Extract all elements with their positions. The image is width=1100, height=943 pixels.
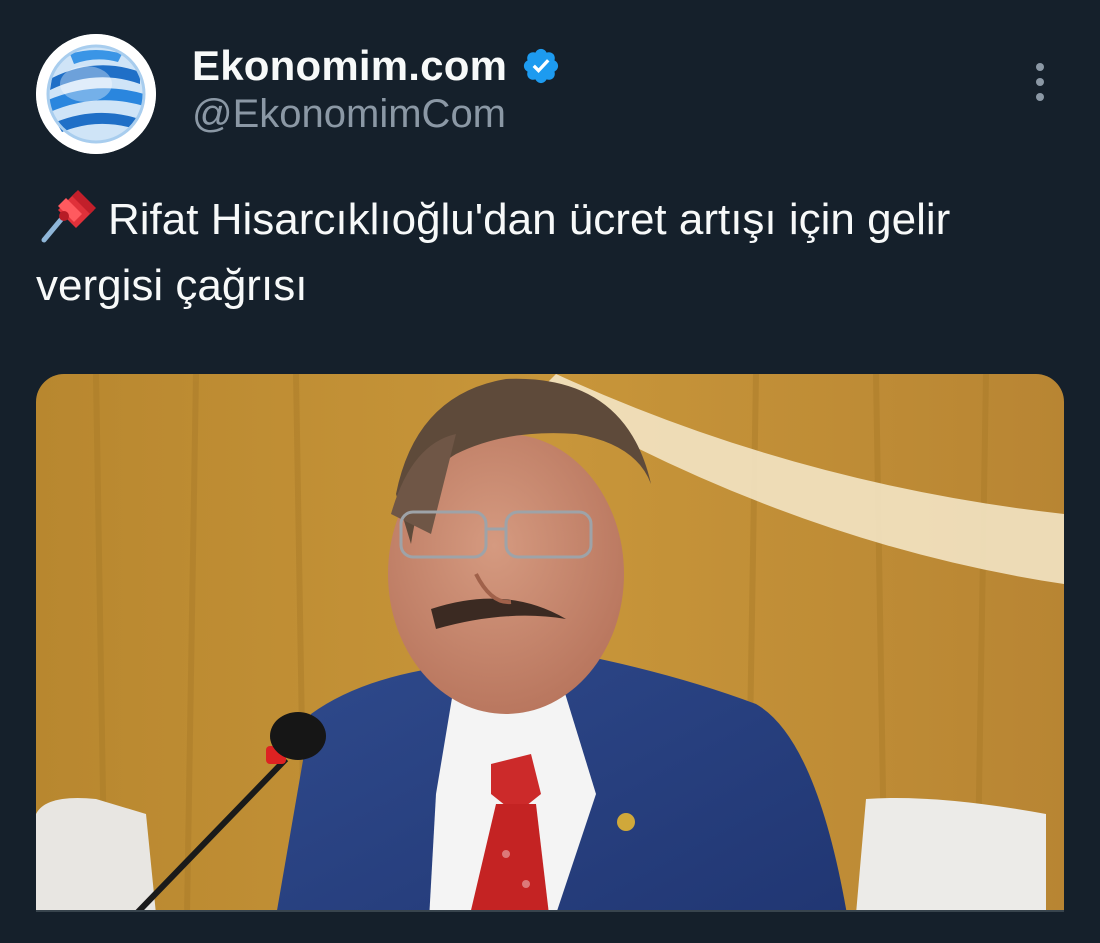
- more-options-button[interactable]: [1010, 52, 1070, 112]
- more-options-icon-dot: [1036, 93, 1044, 101]
- more-options-icon-dot: [1036, 78, 1044, 86]
- author-display-name[interactable]: Ekonomim.com: [192, 42, 507, 90]
- tweet-card[interactable]: Ekonomim.com @EkonomimCom Rifat Hisarcık…: [0, 0, 1100, 943]
- verified-badge-icon: [524, 48, 559, 84]
- author-avatar[interactable]: [36, 34, 156, 154]
- tweet-text-content: Rifat Hisarcıklıoğlu'dan ücret artışı iç…: [36, 195, 951, 310]
- pushpin-icon: [41, 190, 96, 243]
- globe-logo-icon: [36, 34, 156, 154]
- photo-man-at-microphone: [36, 374, 1064, 943]
- tweet-text: Rifat Hisarcıklıoğlu'dan ücret artışı iç…: [36, 186, 1076, 319]
- more-options-icon: [1036, 63, 1044, 71]
- media-card-footer: [36, 910, 1064, 943]
- author-handle[interactable]: @EkonomimCom: [192, 92, 506, 137]
- author-name-row[interactable]: Ekonomim.com: [192, 38, 561, 94]
- tweet-media-photo[interactable]: [36, 374, 1064, 943]
